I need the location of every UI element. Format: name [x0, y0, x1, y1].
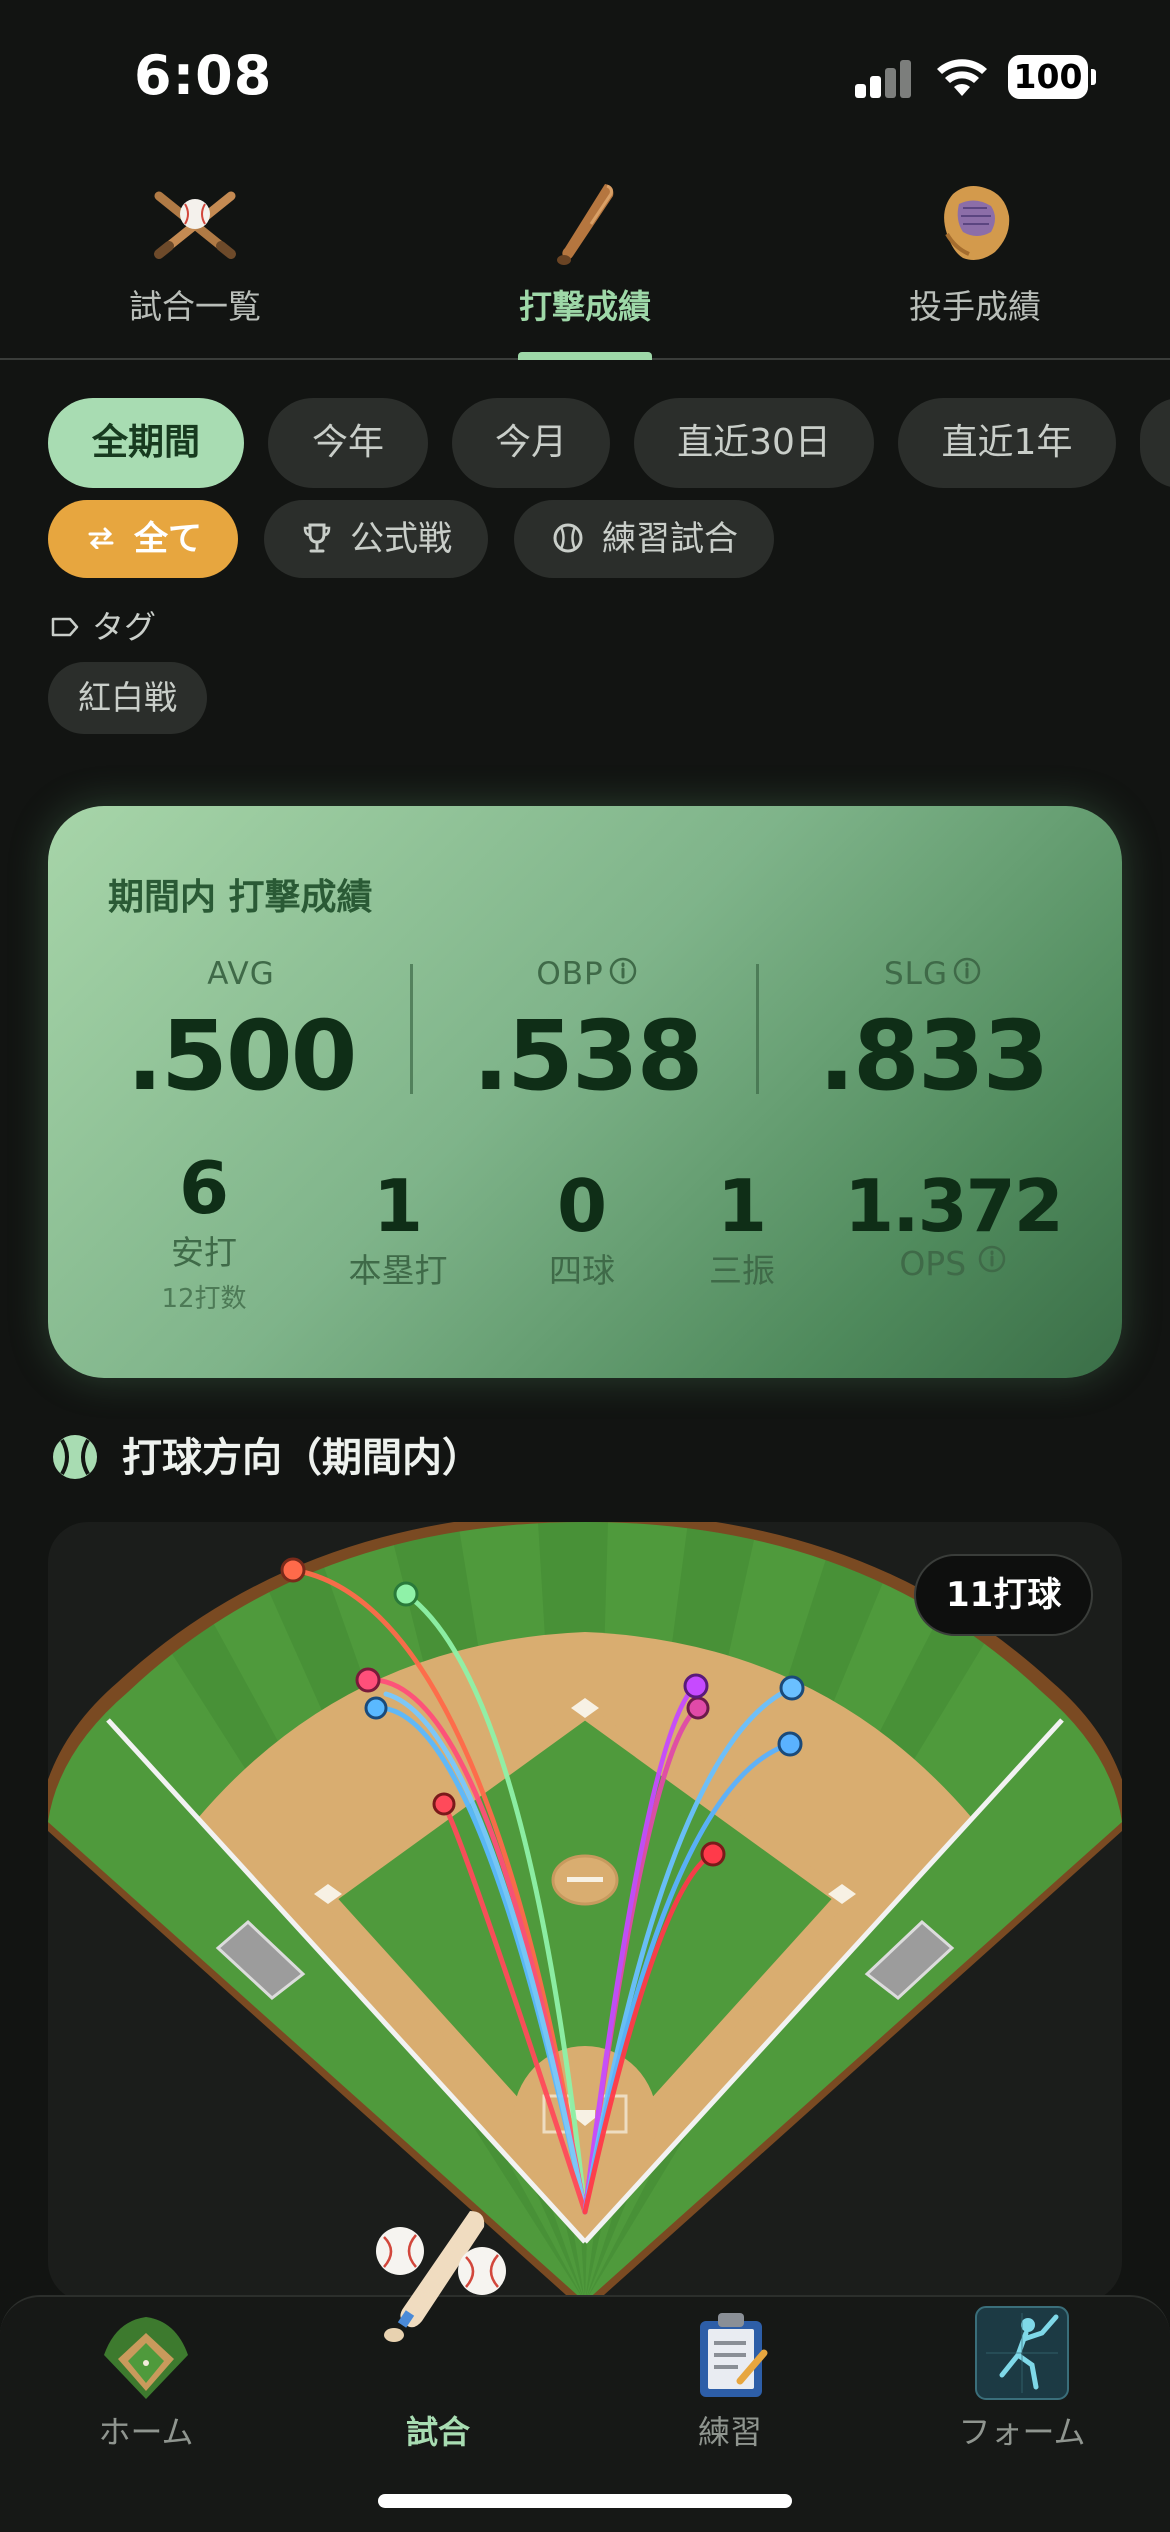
tab-pitching-stats[interactable]: 投手成績 [780, 160, 1170, 360]
stat-avg: AVG .500 [68, 956, 414, 1112]
stat-ops-value: 1.372 [844, 1164, 1064, 1248]
hit-landing-point[interactable] [355, 1667, 381, 1693]
game-type-chip-official-label: 公式戦 [350, 519, 452, 559]
batting-stats-card: 期間内 打撃成績 AVG .500 OBP .538 SLG .833 6 安打… [48, 806, 1122, 1378]
stat-slg-label: SLG [884, 956, 948, 992]
stat-hits-label: 安打 [171, 1233, 237, 1272]
spray-chart-header: 打球方向（期間内） [50, 1425, 482, 1483]
stat-obp: OBP .538 [414, 956, 760, 1112]
period-chip-this-year[interactable]: 今年 [268, 398, 428, 488]
glove-icon [944, 186, 1010, 260]
tab-batting-stats[interactable]: 打撃成績 [390, 160, 780, 360]
period-chip-last-1-year[interactable]: 直近1年 [898, 398, 1116, 488]
tag-section-label-text: タグ [92, 608, 157, 646]
game-type-chip-all-label: 全て [134, 519, 202, 559]
cellular-signal-icon [855, 58, 915, 98]
stat-slg-value: .833 [818, 1000, 1050, 1112]
stat-hits: 6 安打 12打数 [134, 1146, 274, 1315]
tag-icon [51, 617, 79, 637]
baseball-field [48, 1522, 1122, 2302]
stat-avg-value: .500 [126, 1000, 358, 1112]
hit-landing-point[interactable] [777, 1731, 803, 1757]
active-tab-indicator [518, 352, 652, 360]
info-icon[interactable] [977, 1244, 1007, 1274]
period-chip-last-30-days[interactable]: 直近30日 [634, 398, 874, 488]
stat-obp-value: .538 [472, 1000, 704, 1112]
tag-section-label: タグ [50, 602, 156, 648]
stat-ops: 1.372 OPS [838, 1164, 1068, 1283]
spray-chart [48, 1522, 1122, 2302]
trophy-icon [303, 523, 331, 552]
stat-hits-value: 6 [178, 1146, 230, 1230]
hit-landing-point[interactable] [280, 1557, 306, 1583]
game-type-chip-practice[interactable]: 練習試合 [514, 500, 774, 578]
tab-game-list[interactable]: 試合一覧 [0, 160, 390, 360]
period-chip-this-month[interactable]: 今月 [452, 398, 610, 488]
stat-divider [756, 964, 759, 1094]
spray-chart-title: 打球方向（期間内） [122, 1435, 482, 1481]
crossed-bats-icon [154, 191, 236, 259]
tab-pitching-stats-label: 投手成績 [909, 287, 1041, 326]
tag-chip-kouhaku[interactable]: 紅白戦 [48, 662, 207, 734]
stat-home-runs-label: 本塁打 [348, 1251, 448, 1290]
stat-home-runs-value: 1 [372, 1164, 424, 1248]
hit-landing-point[interactable] [683, 1673, 709, 1699]
home-indicator [378, 2494, 792, 2508]
batting-stats-screen: 6:08 100 試合一覧 打撃成績 投手成績 全期間 今年 今月 直近30日 … [0, 0, 1170, 2532]
nav-games-label: 試合 [405, 2413, 470, 2451]
stat-strikeouts-label: 三振 [709, 1251, 775, 1290]
stat-slg: SLG .833 [760, 956, 1106, 1112]
batted-ball-count-badge: 11打球 [914, 1554, 1094, 1636]
nav-games[interactable]: 試合 [292, 2211, 584, 2497]
period-chip-overflow[interactable] [1140, 398, 1170, 488]
bat-icon [557, 184, 614, 265]
nav-home-label: ホーム [98, 2413, 194, 2451]
wifi-icon [937, 59, 987, 96]
nav-form-label: フォーム [958, 2413, 1086, 2451]
status-bar: 6:08 100 [0, 0, 1170, 150]
stat-home-runs: 1 本塁打 [318, 1164, 478, 1292]
stat-divider [410, 964, 413, 1094]
stat-strikeouts: 1 三振 [672, 1164, 812, 1292]
swap-arrows-icon [88, 527, 114, 549]
hit-landing-point[interactable] [364, 1696, 388, 1720]
baseball-icon [553, 523, 583, 552]
game-type-chip-official[interactable]: 公式戦 [264, 500, 488, 578]
stat-walks-value: 0 [556, 1164, 608, 1248]
stat-at-bats: 12打数 [161, 1284, 247, 1314]
field-icon [104, 2317, 188, 2399]
baseball-icon [53, 1435, 97, 1479]
tab-batting-stats-label: 打撃成績 [519, 287, 651, 326]
tab-game-list-label: 試合一覧 [129, 287, 261, 326]
batter-form-icon [975, 2306, 1069, 2400]
nav-practice-label: 練習 [697, 2413, 762, 2451]
card-title: 期間内 打撃成績 [108, 877, 373, 918]
game-type-chip-all[interactable]: 全て [48, 500, 238, 578]
hit-landing-point[interactable] [700, 1841, 726, 1867]
hit-landing-point[interactable] [779, 1675, 805, 1701]
clipboard-icon [700, 2313, 768, 2397]
period-chip-all[interactable]: 全期間 [48, 398, 244, 488]
stat-ops-label: OPS [899, 1244, 967, 1283]
stat-obp-label: OBP [536, 956, 604, 992]
hit-landing-point[interactable] [432, 1792, 456, 1816]
info-icon[interactable] [952, 956, 982, 986]
stat-walks: 0 四球 [512, 1164, 652, 1292]
status-time: 6:08 [134, 44, 273, 107]
hit-landing-point[interactable] [686, 1696, 710, 1720]
top-tab-bar: 試合一覧 打撃成績 投手成績 [0, 160, 1170, 360]
nav-form[interactable]: フォーム [876, 2297, 1168, 2497]
stat-walks-label: 四球 [549, 1251, 615, 1290]
hit-landing-point[interactable] [393, 1581, 419, 1607]
info-icon[interactable] [608, 956, 638, 986]
stat-avg-label: AVG [207, 956, 275, 992]
game-type-chip-practice-label: 練習試合 [602, 519, 738, 559]
nav-home[interactable]: ホーム [0, 2297, 292, 2497]
nav-practice[interactable]: 練習 [584, 2297, 876, 2497]
battery-indicator: 100 [1008, 55, 1096, 99]
stat-strikeouts-value: 1 [716, 1164, 768, 1248]
bat-and-balls-icon [376, 2211, 506, 2342]
